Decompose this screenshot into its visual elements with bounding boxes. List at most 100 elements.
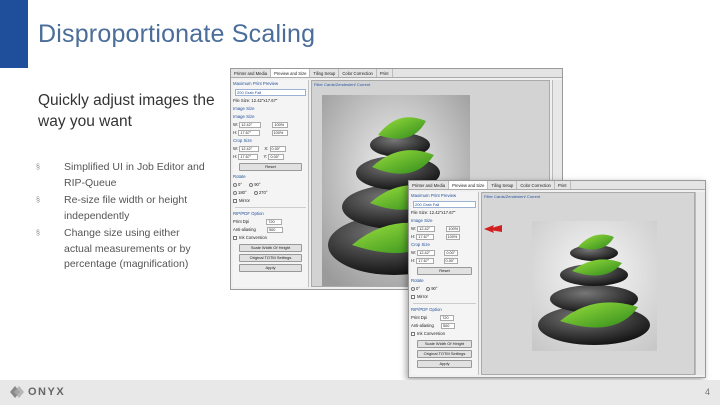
- width-percent-input[interactable]: 100%: [446, 225, 461, 232]
- apply-button[interactable]: Apply: [239, 264, 302, 272]
- preview-scrollbar[interactable]: [695, 192, 705, 375]
- aa-input[interactable]: 500: [440, 322, 455, 329]
- bullet-text: Change size using either actual measurem…: [64, 227, 191, 270]
- size-preset-select[interactable]: 200 Grab Fall: [235, 89, 306, 96]
- bullet-marker-icon: §: [36, 230, 40, 237]
- tab-preview-size[interactable]: Preview and Size: [271, 69, 311, 77]
- crop-y-input[interactable]: 0.00": [443, 257, 458, 264]
- onyx-logo: ONYX: [10, 386, 65, 398]
- scale-width-button[interactable]: Scale Width Of Height: [239, 244, 302, 252]
- tab-printer-media[interactable]: Printer and Media: [409, 181, 450, 189]
- height-input[interactable]: 17.67": [238, 129, 261, 136]
- dpi-label: Print Dpi: [411, 315, 428, 320]
- crop-width-input[interactable]: 12.42": [417, 249, 436, 256]
- bullet-item: § Simplified UI in Job Editor and RIP-Que…: [36, 160, 206, 191]
- apply-button[interactable]: Apply: [417, 360, 472, 368]
- file-size-text: File Size: 12.42"x17.67": [233, 98, 278, 103]
- original-settings-button[interactable]: Original TOTM Settings: [239, 254, 302, 262]
- height-percent-input[interactable]: 100%: [445, 233, 460, 240]
- tab-preview-size[interactable]: Preview and Size: [449, 181, 489, 189]
- rotate-90-radio[interactable]: [426, 286, 431, 291]
- ink-conversion-row: Ink Conversion: [411, 330, 478, 338]
- mirror-row: Mirror: [411, 293, 478, 301]
- crop-height-input[interactable]: 17.67": [416, 257, 435, 264]
- tab-printer-media[interactable]: Printer and Media: [231, 69, 272, 77]
- rotate-0-radio[interactable]: [233, 182, 237, 187]
- crop-y-input[interactable]: 0.00": [268, 153, 285, 160]
- divider: [235, 207, 306, 208]
- rip-option-label: RIP/PDF Option: [411, 307, 442, 312]
- rotate-90-radio[interactable]: [249, 182, 254, 187]
- rip-queue-window: Printer and Media Preview and Size Tilin…: [408, 180, 706, 378]
- bullet-list: § Simplified UI in Job Editor and RIP-Que…: [36, 160, 206, 275]
- height-percent-input[interactable]: 100%: [271, 129, 288, 136]
- crop-width-row: W: 12.42" X: 0.00": [233, 145, 308, 153]
- red-arrow-icon: [484, 225, 502, 233]
- tab-color-correction[interactable]: Color Correction: [517, 181, 555, 189]
- rip-tab-bar: Printer and Media Preview and Size Tilin…: [409, 181, 705, 190]
- crop-x-input[interactable]: 0.00": [269, 145, 286, 152]
- reset-button[interactable]: Reset: [239, 163, 302, 171]
- crop-width-row: W: 12.42" 0.00": [411, 249, 478, 257]
- mirror-checkbox[interactable]: [233, 198, 237, 203]
- rotate-label: Rotate: [411, 278, 424, 283]
- dpi-row: Print Dpi 720: [233, 218, 308, 226]
- zen-stones-image: [532, 221, 657, 351]
- ink-conversion-checkbox[interactable]: [233, 235, 237, 240]
- size-panel: Maximum Print Preview 200 Grab Fall File…: [411, 192, 479, 375]
- width-row: W: 12.42" 100%: [233, 121, 308, 129]
- crop-height-label: H:: [233, 154, 238, 159]
- rip-option-label: RIP/PDF Option: [233, 211, 264, 216]
- title-accent-bar: [0, 0, 28, 68]
- size-preset-select[interactable]: 200 Grab Fall: [413, 201, 476, 208]
- tab-print[interactable]: Print: [555, 181, 571, 189]
- height-input[interactable]: 17.67": [416, 233, 435, 240]
- rotate-270-radio[interactable]: [253, 190, 258, 195]
- ink-conversion-label: Ink Conversion: [417, 331, 445, 336]
- crop-height-row: H: 17.67" Y: 0.00": [233, 153, 308, 161]
- divider: [413, 303, 476, 304]
- aa-row: Anti-aliasing 500: [411, 322, 478, 330]
- width-percent-input[interactable]: 100%: [272, 121, 289, 128]
- bullet-text: Simplified UI in Job Editor and RIP-Queu…: [64, 161, 205, 189]
- width-label: W:: [233, 122, 239, 127]
- bullet-text: Re-size file width or height independent…: [64, 194, 188, 222]
- width-input[interactable]: 12.42": [417, 225, 436, 232]
- tab-color-correction[interactable]: Color Correction: [339, 69, 377, 77]
- rotate-0-radio[interactable]: [411, 286, 415, 291]
- rotate-180-radio[interactable]: [233, 190, 237, 195]
- preview-area[interactable]: Filter Cards/Zendesiert/ Current: [481, 192, 695, 375]
- reset-button[interactable]: Reset: [417, 267, 472, 275]
- rotate-90-label: 90°: [431, 286, 438, 291]
- crop-width-label: W:: [233, 146, 239, 151]
- crop-width-label: W:: [411, 250, 417, 255]
- slide-title: Disproportionate Scaling: [38, 20, 316, 48]
- dpi-input[interactable]: 720: [440, 314, 455, 321]
- image-size-alt-label: Image Size: [233, 114, 255, 119]
- tab-tiling[interactable]: Tiling Setup: [488, 181, 518, 189]
- tab-print[interactable]: Print: [377, 69, 393, 77]
- mirror-checkbox[interactable]: [411, 294, 415, 299]
- width-label: W:: [411, 226, 417, 231]
- crop-x-input[interactable]: 0.00": [444, 249, 459, 256]
- aa-input[interactable]: 500: [266, 226, 283, 233]
- bullet-marker-icon: §: [36, 197, 40, 204]
- height-row: H: 17.67" 100%: [233, 129, 308, 137]
- width-input[interactable]: 12.42": [239, 121, 262, 128]
- crop-height-input[interactable]: 17.67": [238, 153, 259, 160]
- crop-width-input[interactable]: 12.42": [239, 145, 260, 152]
- original-settings-button[interactable]: Original TOTM Settings: [417, 350, 472, 358]
- mirror-label: Mirror: [239, 198, 250, 203]
- dpi-input[interactable]: 720: [266, 218, 283, 225]
- tab-tiling[interactable]: Tiling Setup: [310, 69, 340, 77]
- mirror-label: Mirror: [417, 294, 428, 299]
- bullet-item: § Re-size file width or height independen…: [36, 193, 206, 224]
- ink-conversion-label: Ink Conversion: [239, 235, 267, 240]
- aa-label: Anti-aliasing: [411, 323, 434, 328]
- ink-conversion-checkbox[interactable]: [411, 331, 415, 336]
- bullet-item: § Change size using either actual measure…: [36, 226, 206, 273]
- slide-subtitle: Quickly adjust images the way you want: [38, 92, 215, 130]
- rotate-row-1: 0° 90°: [233, 181, 308, 189]
- crop-x-label: X:: [264, 146, 269, 151]
- scale-width-button[interactable]: Scale Width Of Height: [417, 340, 472, 348]
